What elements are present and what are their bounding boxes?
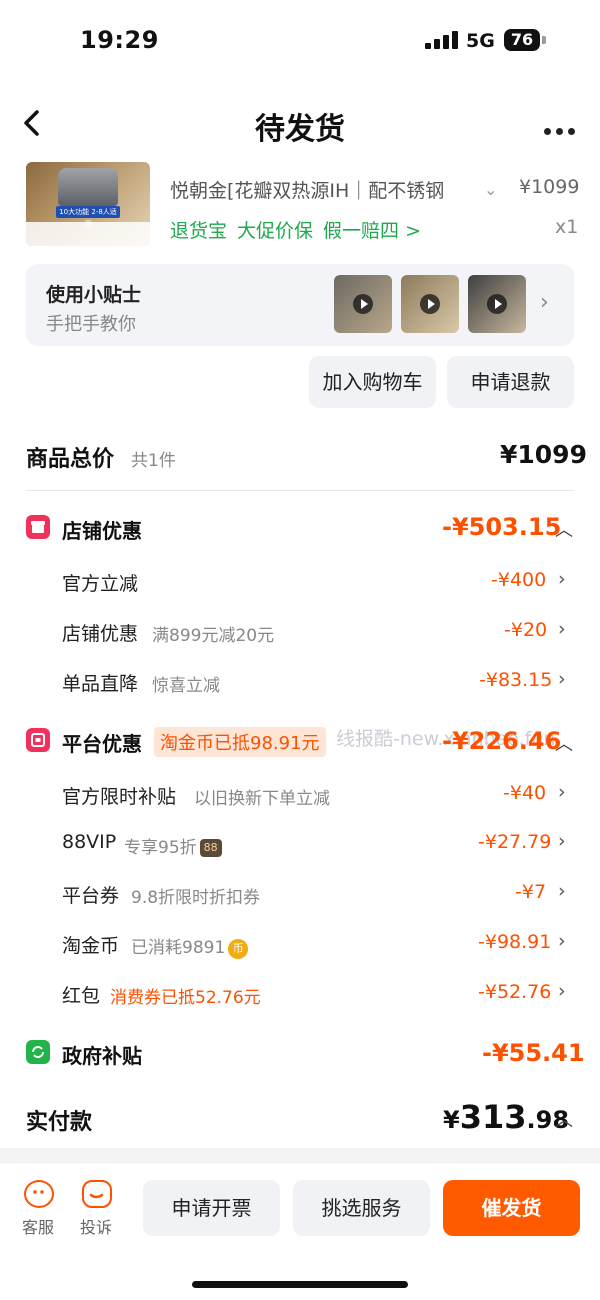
tag-return: 退货宝 [170, 220, 228, 242]
store-discount-title: 店铺优惠 [62, 519, 142, 543]
platform-discount-amount[interactable]: -¥226.46 [442, 727, 561, 755]
pay-label: 实付款 [26, 1110, 93, 1135]
product-price: ¥1099 [519, 176, 580, 198]
home-indicator[interactable] [192, 1281, 408, 1288]
invoice-button[interactable]: 申请开票 [143, 1180, 280, 1236]
battery-icon: 76 [504, 29, 540, 51]
tag-price-protect: 大促价保 [237, 220, 314, 242]
chevron-right-icon[interactable]: › [558, 568, 566, 590]
video-thumbnail[interactable] [334, 275, 392, 333]
chevron-right-icon[interactable]: › [558, 930, 566, 952]
discount-row-sub: 满899元减20元 [152, 626, 275, 646]
discount-row-sub: 已消耗9891 币 [131, 933, 249, 959]
chevron-right-icon[interactable]: › [558, 830, 566, 852]
urge-shipping-button[interactable]: 催发货 [443, 1180, 580, 1236]
discount-row-amount[interactable]: -¥40 [503, 782, 546, 804]
chevron-down-icon[interactable]: ⌄ [484, 180, 497, 199]
discount-row-label: 单品直降 [62, 673, 139, 695]
discount-row-sub: 9.8折限时折扣券 [131, 888, 261, 908]
product-qty: x1 [555, 216, 579, 238]
chevron-right-icon[interactable]: › [558, 668, 566, 690]
store-discount-amount[interactable]: -¥503.15 [442, 513, 561, 541]
discount-row-label: 店铺优惠 [62, 623, 139, 645]
service-label[interactable]: 客服 [22, 1214, 54, 1238]
play-icon [420, 294, 440, 314]
discount-row-amount[interactable]: -¥400 [491, 569, 546, 591]
chevron-up-icon[interactable]: ︿ [555, 516, 573, 542]
back-icon[interactable] [18, 108, 48, 138]
page-title: 待发货 [255, 112, 345, 147]
discount-row-amount[interactable]: -¥52.76 [478, 981, 551, 1003]
coin-icon: 币 [228, 939, 249, 959]
total-price: ¥1099 [500, 440, 587, 469]
discount-row-sub: 以旧换新下单立减 [194, 789, 330, 809]
refund-button[interactable]: 申请退款 [447, 356, 574, 408]
play-icon [487, 294, 507, 314]
chevron-right-icon[interactable]: › [558, 880, 566, 902]
vip-88-icon: 88 [199, 839, 222, 857]
discount-row-sub: 惊喜立减 [152, 676, 220, 696]
gov-subsidy-title: 政府补贴 [62, 1044, 142, 1068]
tips-title: 使用小贴士 [46, 284, 142, 306]
pay-amount: ¥313.98 [443, 1098, 570, 1136]
chevron-right-icon[interactable]: › [558, 618, 566, 640]
product-tags[interactable]: 退货宝 大促价保 假一赔四 > [170, 216, 431, 243]
gov-subsidy-amount: -¥55.41 [482, 1039, 585, 1067]
battery-tip [542, 36, 546, 44]
chevron-up-icon[interactable]: ︿ [555, 730, 573, 756]
complain-icon[interactable] [82, 1180, 112, 1208]
video-thumbnail[interactable] [401, 275, 459, 333]
discount-row-amount[interactable]: -¥98.91 [478, 931, 551, 953]
chevron-right-icon[interactable]: › [558, 980, 566, 1002]
discount-row-amount[interactable]: -¥27.79 [478, 831, 551, 853]
product-name[interactable]: 悦朝金[花瓣双热源IH｜配不锈钢 [170, 176, 470, 203]
chevron-right-icon[interactable]: › [558, 781, 566, 803]
status-time: 19:29 [80, 26, 159, 54]
add-cart-button[interactable]: 加入购物车 [309, 356, 436, 408]
signal-icon [425, 31, 459, 49]
discount-row-amount[interactable]: -¥83.15 [479, 669, 552, 691]
discount-row-label: 88VIP [62, 831, 117, 853]
platform-icon [26, 728, 50, 752]
tag-fake-compensate: 假一赔四 > [323, 220, 421, 242]
play-icon [353, 294, 373, 314]
tips-subtitle: 手把手教你 [46, 314, 136, 335]
discount-row-label: 平台券 [62, 885, 120, 907]
chevron-right-icon[interactable]: › [540, 290, 549, 315]
total-label: 商品总价 [26, 447, 115, 472]
more-icon[interactable] [544, 120, 580, 139]
discount-row-label: 官方立减 [62, 573, 139, 595]
platform-discount-title: 平台优惠 [62, 732, 142, 756]
network-type: 5G [466, 30, 495, 52]
discount-row-label: 淘金币 [62, 935, 120, 957]
discount-row-label: 官方限时补贴 [62, 786, 177, 808]
video-thumbnail[interactable] [468, 275, 526, 333]
total-count: 共1件 [131, 451, 176, 471]
refresh-icon [26, 1040, 50, 1064]
discount-row-sub: 专享95折 88 [124, 833, 222, 858]
nav-header: 待发货 [0, 84, 600, 164]
discount-row-label: 红包 [62, 985, 101, 1007]
product-image[interactable]: 10大功能 2-8人适用 [26, 162, 150, 246]
coin-chip: 淘金币已抵98.91元 [154, 727, 326, 757]
store-icon [26, 515, 50, 539]
discount-row-sub: 消费券已抵52.76元 [110, 988, 261, 1008]
service-icon[interactable] [24, 1180, 54, 1208]
divider [26, 490, 574, 491]
select-service-button[interactable]: 挑选服务 [293, 1180, 430, 1236]
complain-label[interactable]: 投诉 [80, 1214, 112, 1238]
discount-row-amount[interactable]: -¥20 [504, 619, 547, 641]
discount-row-amount[interactable]: -¥7 [515, 881, 546, 903]
chevron-up-icon[interactable]: ︿ [555, 1106, 573, 1132]
